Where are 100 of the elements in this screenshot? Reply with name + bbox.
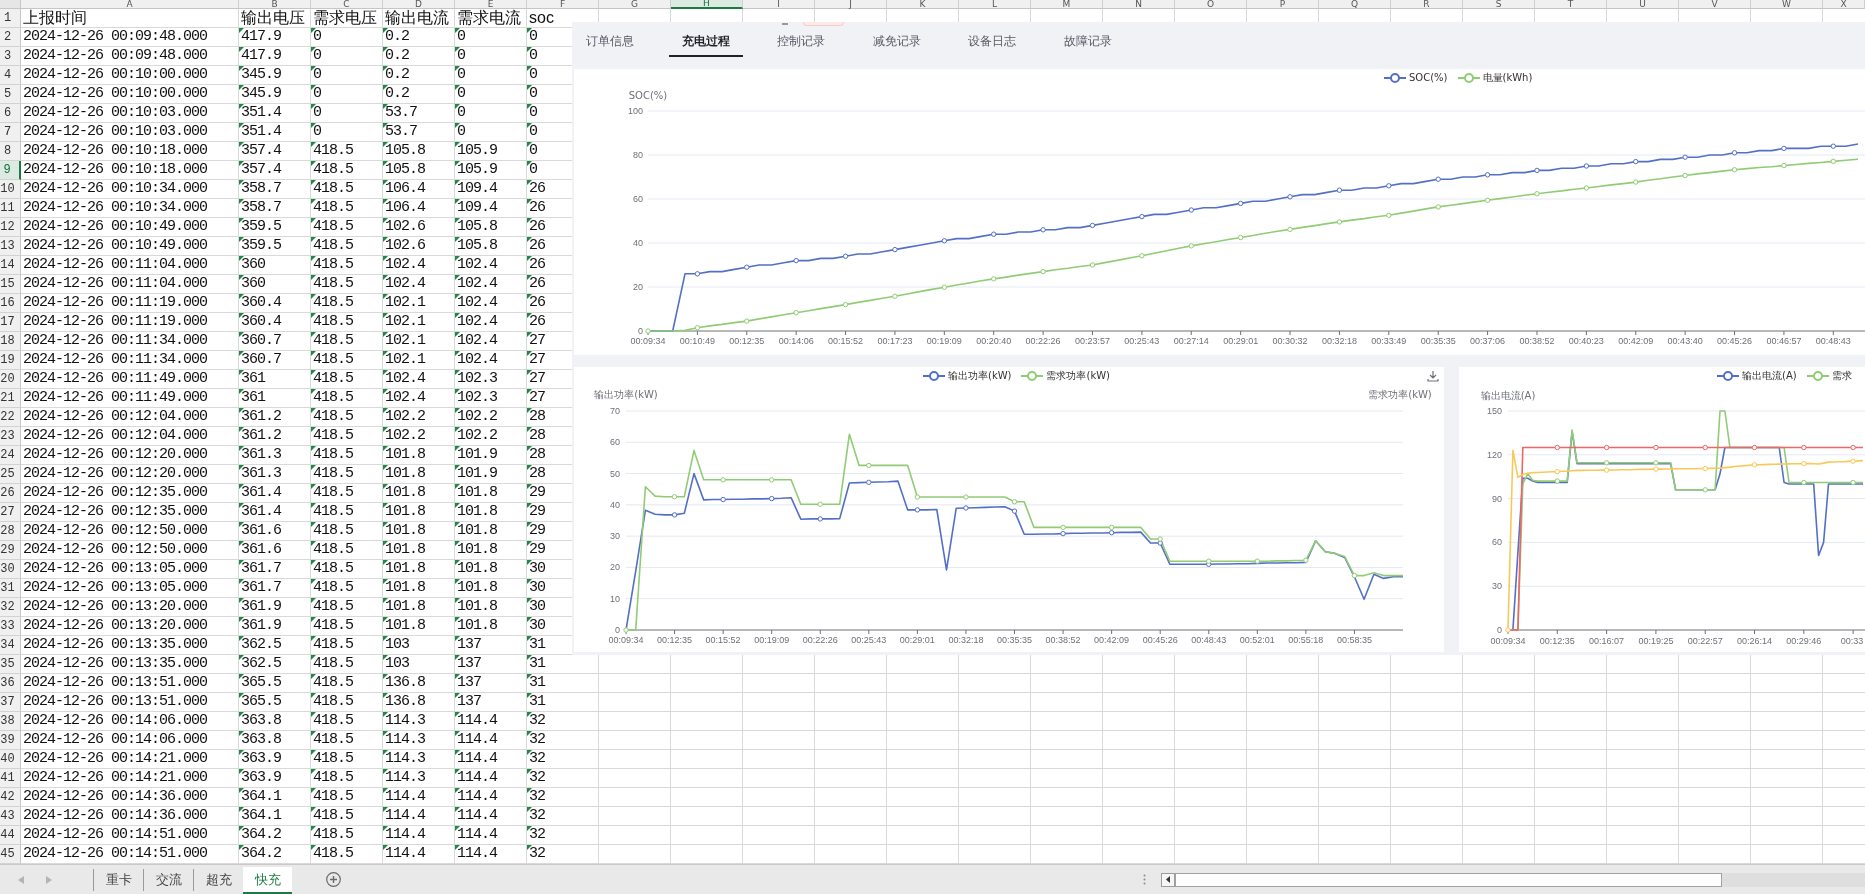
cell-value: 28 — [529, 427, 545, 445]
cell-value: 29 — [529, 503, 545, 521]
cell-value: 2024-12-26 00:11:19.000 — [23, 313, 208, 331]
axis-tick-label: 00:09:34 — [608, 635, 644, 645]
cell-value: 102.4 — [385, 370, 425, 388]
cell-value: 2024-12-26 00:10:34.000 — [23, 180, 208, 198]
axis-tick-label: 30 — [1492, 581, 1502, 592]
cell-value: 31 — [529, 636, 545, 654]
cell-value: 102.3 — [457, 389, 497, 407]
cell-value: 114.4 — [457, 731, 497, 749]
axis-tick-label: 00:10:49 — [679, 336, 715, 346]
cell-value: 418.5 — [313, 503, 353, 521]
cell-value: 102.1 — [385, 294, 425, 312]
cell-value: 101.8 — [457, 598, 497, 616]
cell-value: 102.1 — [385, 351, 425, 369]
cell-value: 361.2 — [241, 408, 281, 426]
cell-value: 32 — [529, 712, 545, 730]
cell-value: 351.4 — [241, 104, 281, 122]
axis-tick-label: 30 — [610, 531, 620, 542]
cell-value: 109.4 — [457, 199, 497, 217]
cell-value: 360.4 — [241, 313, 281, 331]
axis-tick-label: 00:45:26 — [1142, 635, 1178, 645]
cell-value: 361 — [241, 370, 265, 388]
axis-tick-label: 0 — [638, 326, 643, 336]
cell-value: 26 — [529, 256, 545, 274]
cell-value: 2024-12-26 00:14:21.000 — [23, 769, 208, 787]
cell-value: 114.4 — [385, 788, 425, 806]
cell-value: 102.4 — [457, 275, 497, 293]
cell-value: 114.3 — [385, 769, 425, 787]
cell-value: 137 — [457, 674, 481, 692]
cell-value: 2024-12-26 00:14:36.000 — [23, 788, 208, 806]
cell-value: 105.9 — [457, 161, 497, 179]
axis-tick-label: 120 — [1486, 449, 1502, 460]
cell-value: 2024-12-26 00:13:35.000 — [23, 636, 208, 654]
axis-tick-label: 150 — [1486, 406, 1502, 416]
cell-value: 32 — [529, 788, 545, 806]
cell-value: 101.8 — [457, 484, 497, 502]
cell-value: 363.9 — [241, 769, 281, 787]
cell-value: 106.4 — [385, 199, 425, 217]
cell-value: 2024-12-26 00:13:20.000 — [23, 617, 208, 635]
cell-value: 105.8 — [385, 161, 425, 179]
axis-title: SOC(%) — [628, 90, 668, 101]
cell-value: 0.2 — [385, 66, 409, 84]
cell-value: 361.3 — [241, 465, 281, 483]
cell-value: 0 — [529, 104, 537, 122]
cell-value: 30 — [529, 579, 545, 597]
axis-tick-label: 00:14:06 — [778, 336, 814, 346]
cell-value: 345.9 — [241, 66, 281, 84]
cell-value: 418.5 — [313, 427, 353, 445]
column-title: 需求电压 — [313, 9, 377, 27]
cell-value: 101.8 — [457, 503, 497, 521]
axis-title: 输出功率(kW) — [594, 389, 658, 400]
axis-tick-label: 00:33:49 — [1371, 336, 1407, 346]
cell-value: 360 — [241, 275, 265, 293]
cell-value: 0 — [457, 104, 465, 122]
cell-value: 101.8 — [385, 465, 425, 483]
cell-value: 0 — [529, 85, 537, 103]
cell-value: 28 — [529, 408, 545, 426]
cell-value: 101.8 — [385, 617, 425, 635]
cell-value: 101.8 — [457, 541, 497, 559]
cell-value: 418.5 — [313, 693, 353, 711]
axis-tick-label: 60 — [1492, 537, 1502, 548]
axis-tick-label: 00:22:57 — [1687, 636, 1723, 646]
axis-tick-label: 20 — [610, 562, 620, 573]
cell-value: 105.8 — [385, 142, 425, 160]
cell-value: 418.5 — [313, 294, 353, 312]
cell-value: 418.5 — [313, 845, 353, 863]
cell-value: 0.2 — [385, 85, 409, 103]
cell-value: 360.7 — [241, 332, 281, 350]
cell-value: 101.8 — [457, 617, 497, 635]
cell-value: 29 — [529, 522, 545, 540]
cell-value: 2024-12-26 00:14:36.000 — [23, 807, 208, 825]
cell-value: 2024-12-26 00:12:35.000 — [23, 484, 208, 502]
cell-value: 0 — [529, 28, 537, 46]
axis-tick-label: 100 — [627, 106, 643, 116]
cell-value: 364.2 — [241, 845, 281, 863]
cell-value: 27 — [529, 332, 545, 350]
cell-value: 101.8 — [385, 446, 425, 464]
cell-value: 114.3 — [385, 750, 425, 768]
cell-value: 418.5 — [313, 446, 353, 464]
cell-value: 101.8 — [385, 522, 425, 540]
cell-value: 29 — [529, 484, 545, 502]
axis-tick-label: 00:32:18 — [1321, 336, 1357, 346]
cell-value: 418.5 — [313, 237, 353, 255]
cell-value: 2024-12-26 00:10:49.000 — [23, 237, 208, 255]
cell-value: 360 — [241, 256, 265, 274]
axis-tick-label: 0 — [615, 625, 620, 635]
cell-value: 2024-12-26 00:12:35.000 — [23, 503, 208, 521]
cell-value: 26 — [529, 199, 545, 217]
cell-value: 418.5 — [313, 826, 353, 844]
cell-value: 114.4 — [457, 769, 497, 787]
axis-tick-label: 00:17:23 — [877, 336, 913, 346]
axis-tick-label: 00:45:26 — [1717, 336, 1753, 346]
cell-value: 361 — [241, 389, 265, 407]
cell-value: 2024-12-26 00:13:51.000 — [23, 693, 208, 711]
cell-value: 102.4 — [457, 332, 497, 350]
cell-value: 27 — [529, 351, 545, 369]
cell-value: 137 — [457, 655, 481, 673]
axis-tick-label: 00:30:32 — [1272, 336, 1308, 346]
axis-tick-label: 0 — [1497, 625, 1502, 635]
